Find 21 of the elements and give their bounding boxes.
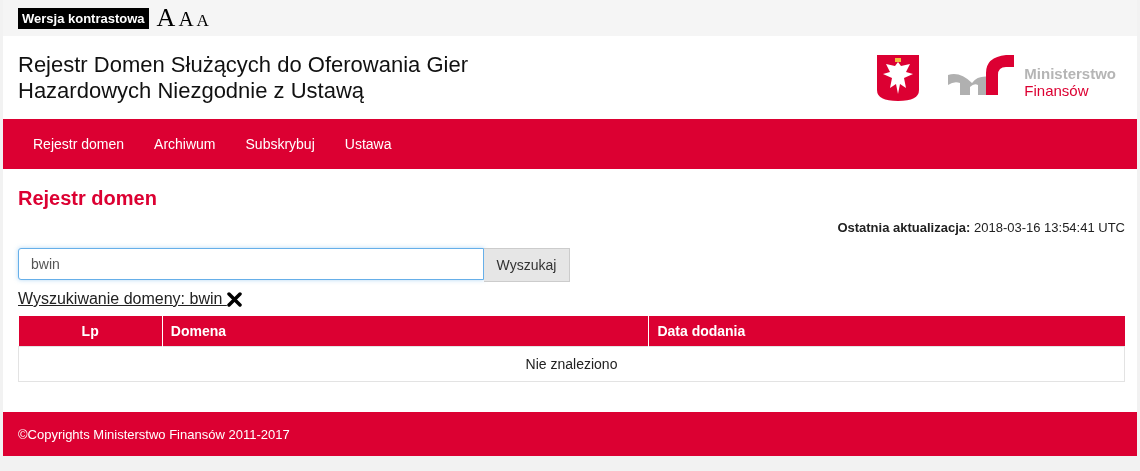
column-header: Data dodania — [648, 316, 1125, 347]
column-header: Domena — [162, 316, 649, 347]
nav-link[interactable]: Subskrybuj — [230, 128, 330, 160]
footer-text: ©Copyrights Ministerstwo Finansów 2011-2017 — [3, 412, 1137, 456]
ministry-logo-text: Ministerstwo Finansów — [1024, 63, 1116, 99]
last-update-text: Ostatnia aktualizacja: 2018-03-16 13:54:41 UTC — [837, 220, 1125, 235]
nav-link[interactable]: Archiwum — [139, 128, 231, 160]
site-title: Rejestr Domen Służących do Oferowania Gier Hazardowych Niezgodnie z Ustawą — [18, 51, 468, 104]
column-header: Lp — [18, 316, 163, 347]
nav-link[interactable]: Rejestr domen — [18, 128, 140, 160]
empty-message: Nie znaleziono — [18, 346, 1125, 382]
font-size-button[interactable]: A — [178, 9, 194, 30]
close-icon[interactable] — [226, 291, 242, 307]
contrast-button[interactable]: Wersja kontrastowa — [18, 7, 149, 29]
font-size-button[interactable]: A — [156, 5, 176, 31]
search-filter-link[interactable]: Wyszukiwanie domeny: bwin — [18, 290, 227, 308]
search-field[interactable]: bwin — [18, 248, 484, 280]
search-button[interactable]: Wyszukaj — [484, 248, 570, 282]
page-title: Rejestr domen — [18, 187, 158, 210]
nav-link[interactable]: Ustawa — [329, 128, 407, 160]
font-size-button[interactable]: A — [196, 12, 209, 29]
